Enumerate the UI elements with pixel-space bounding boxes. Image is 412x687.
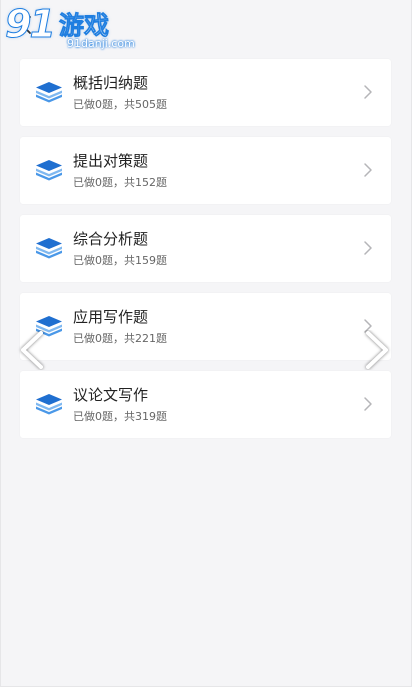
item-progress: 已做0题，共505题 xyxy=(73,98,167,111)
layers-icon xyxy=(36,394,62,415)
list-item[interactable]: 提出对策题 已做0题，共152题 xyxy=(20,137,391,204)
item-title: 提出对策题 xyxy=(73,152,149,170)
item-progress: 已做0题，共319题 xyxy=(73,410,167,423)
chevron-right-icon xyxy=(364,241,372,255)
layers-icon xyxy=(36,82,62,103)
list-item[interactable]: 议论文写作 已做0题，共319题 xyxy=(20,371,391,438)
item-title: 综合分析题 xyxy=(73,230,149,248)
layers-icon xyxy=(36,238,62,259)
carousel-next-arrow-icon[interactable] xyxy=(362,330,392,370)
list-item[interactable]: 概括归纳题 已做0题，共505题 xyxy=(20,59,391,126)
item-title: 概括归纳题 xyxy=(73,74,149,92)
chevron-right-icon xyxy=(364,85,372,99)
item-title: 应用写作题 xyxy=(73,308,149,326)
item-progress: 已做0题，共221题 xyxy=(73,332,167,345)
back-button[interactable] xyxy=(15,12,37,38)
item-progress: 已做0题，共152题 xyxy=(73,176,167,189)
list-item[interactable]: 综合分析题 已做0题，共159题 xyxy=(20,215,391,282)
logo-url: 91danji.com xyxy=(67,37,135,50)
item-title: 议论文写作 xyxy=(73,386,149,404)
chevron-right-icon xyxy=(364,397,372,411)
chevron-left-icon xyxy=(21,16,31,34)
carousel-prev-arrow-icon[interactable] xyxy=(17,330,47,370)
screen: 91 游戏 91danji.com 概括归纳题 已做0题，共505题 提出对策题 xyxy=(0,0,412,687)
logo-name: 游戏 xyxy=(59,11,110,41)
chevron-right-icon xyxy=(364,163,372,177)
item-progress: 已做0题，共159题 xyxy=(73,254,167,267)
list-item[interactable]: 应用写作题 已做0题，共221题 xyxy=(20,293,391,360)
layers-icon xyxy=(36,160,62,181)
category-list: 概括归纳题 已做0题，共505题 提出对策题 已做0题，共152题 综合分析题 … xyxy=(20,59,391,449)
